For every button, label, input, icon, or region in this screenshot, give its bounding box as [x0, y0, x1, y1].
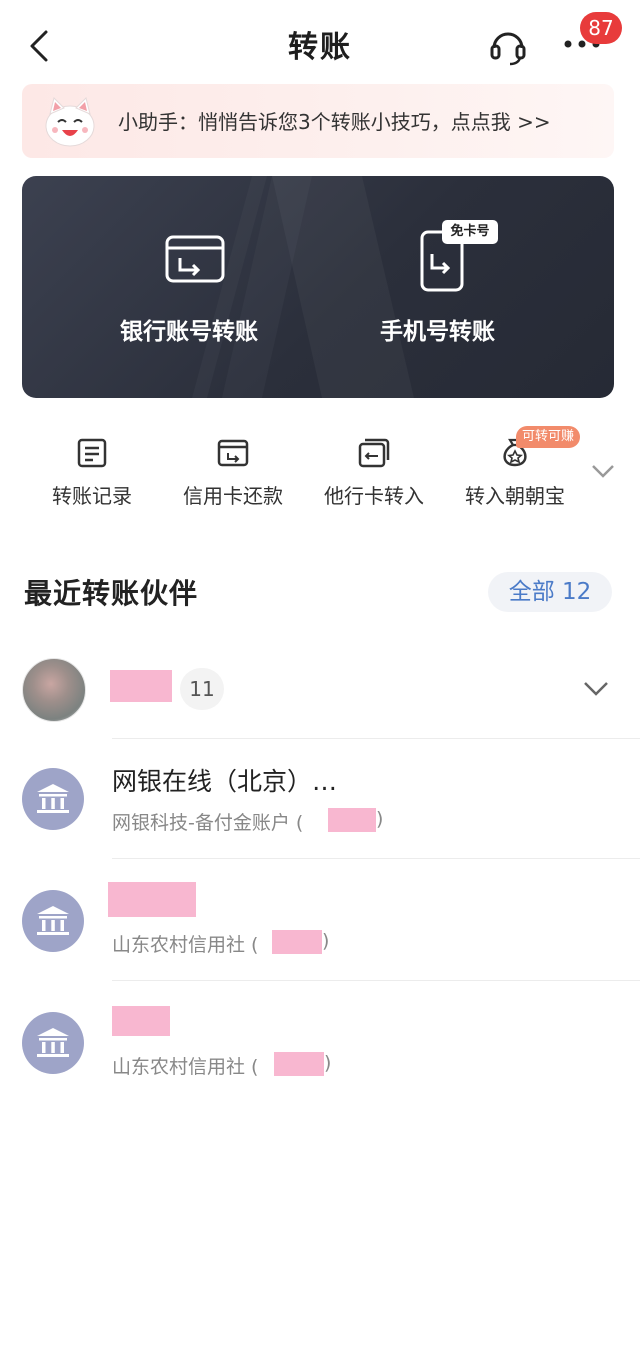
partner-count-badge: 11: [180, 668, 224, 710]
divider: [112, 980, 640, 981]
chevron-down-icon[interactable]: [582, 680, 610, 698]
partner-photo-avatar: [22, 658, 86, 722]
redacted-name: [112, 1006, 170, 1036]
bank-building-icon: [37, 784, 69, 813]
partner-bank-prefix: 山东农村信用社 (: [112, 934, 259, 956]
credit-card-icon[interactable]: [216, 436, 250, 470]
transfer-methods-card: [22, 176, 614, 398]
recent-partners-title: 最近转账伙伴: [24, 577, 199, 610]
partner-name[interactable]: 网银在线（北京）…: [112, 762, 337, 798]
bank-avatar: [22, 1012, 84, 1074]
redacted-account: [328, 808, 376, 832]
partner-bank-suffix: ): [322, 930, 330, 952]
bank-building-icon: [37, 1028, 69, 1057]
redacted-account: [272, 930, 322, 954]
partner-bank-suffix: ): [376, 808, 384, 830]
redacted-account: [274, 1052, 324, 1076]
partner-bank-prefix: 山东农村信用社 (: [112, 1056, 259, 1078]
partner-bank-suffix: ): [324, 1052, 332, 1074]
bank-card-transfer-icon[interactable]: [164, 234, 226, 286]
all-partners-button[interactable]: 全部 12: [488, 572, 612, 612]
list-doc-icon[interactable]: [75, 436, 109, 470]
card-decoration: [272, 176, 414, 398]
bank-building-icon: [37, 906, 69, 935]
customer-service-headset-icon[interactable]: [488, 26, 528, 66]
card-transfer-in-icon[interactable]: [357, 436, 391, 470]
credit-card-repay-label[interactable]: 信用卡还款: [163, 480, 303, 509]
divider: [112, 858, 640, 859]
bank-avatar: [22, 768, 84, 830]
partner-bank-prefix: 网银科技-备付金账户 (: [112, 812, 304, 834]
bank-avatar: [22, 890, 84, 952]
transfer-records-label[interactable]: 转账记录: [22, 480, 162, 509]
phone-transfer-label[interactable]: 手机号转账: [380, 312, 495, 346]
divider: [112, 738, 640, 739]
cat-mascot-icon: [45, 97, 95, 147]
free-card-number-tag: 免卡号: [442, 220, 498, 244]
earn-tag: 可转可赚: [516, 426, 581, 448]
other-bank-transfer-in-label[interactable]: 他行卡转入: [304, 480, 444, 509]
bank-account-transfer-label[interactable]: 银行账号转账: [120, 312, 258, 346]
redacted-name: [108, 882, 196, 917]
redacted-name: [110, 670, 172, 702]
transfer-into-zhaozhaobao-label[interactable]: 转入朝朝宝: [445, 480, 585, 509]
page-title: 转账: [288, 30, 352, 65]
assistant-tip-text[interactable]: 小助手：悄悄告诉您3个转账小技巧，点点我 >>: [118, 106, 551, 135]
chevron-down-icon[interactable]: [590, 462, 616, 480]
notification-badge: 87: [580, 12, 622, 44]
